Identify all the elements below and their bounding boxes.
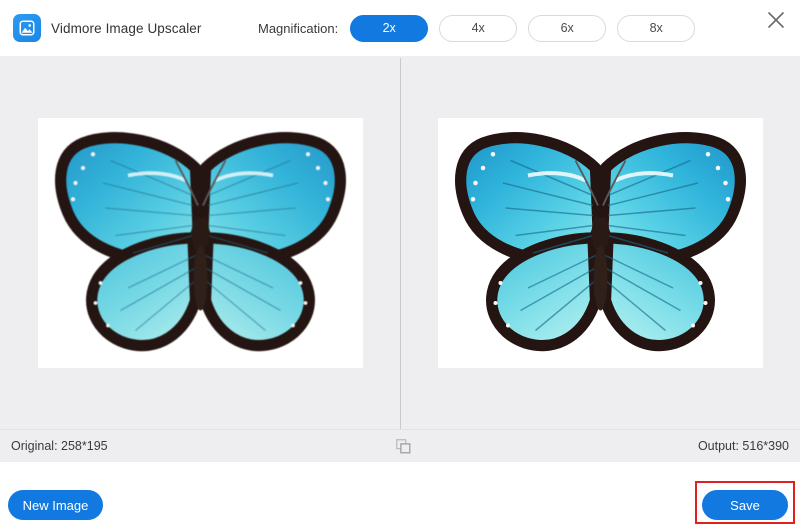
magnification-option-6x[interactable]: 6x <box>528 15 606 42</box>
app-title: Vidmore Image Upscaler <box>51 21 202 36</box>
upscaled-image-pane <box>400 56 800 429</box>
upscaled-image-preview[interactable] <box>438 118 763 368</box>
original-image-preview[interactable] <box>38 118 363 368</box>
image-upscaler-window: Vidmore Image Upscaler Magnification: 2x… <box>0 0 800 527</box>
new-image-button[interactable]: New Image <box>8 490 103 520</box>
header-bar: Vidmore Image Upscaler Magnification: 2x… <box>0 0 800 56</box>
image-upscaler-logo-icon <box>13 14 41 42</box>
save-button[interactable]: Save <box>702 490 788 520</box>
magnification-control: Magnification: 2x 4x 6x 8x <box>258 0 695 56</box>
compare-squares-icon[interactable] <box>393 436 413 456</box>
magnification-option-2x[interactable]: 2x <box>350 15 428 42</box>
pane-divider <box>400 58 401 429</box>
magnification-label: Magnification: <box>258 21 338 36</box>
magnification-options: 2x 4x 6x 8x <box>350 15 695 42</box>
close-icon[interactable] <box>760 4 792 36</box>
magnification-option-4x[interactable]: 4x <box>439 15 517 42</box>
magnification-option-8x[interactable]: 8x <box>617 15 695 42</box>
original-image-pane <box>0 56 400 429</box>
output-size-label: Output: 516*390 <box>698 439 789 453</box>
original-size-label: Original: 258*195 <box>11 439 108 453</box>
footer-bar: New Image Save <box>0 462 800 527</box>
brand: Vidmore Image Upscaler <box>13 14 202 42</box>
status-bar: Original: 258*195 Output: 516*390 <box>0 429 800 462</box>
